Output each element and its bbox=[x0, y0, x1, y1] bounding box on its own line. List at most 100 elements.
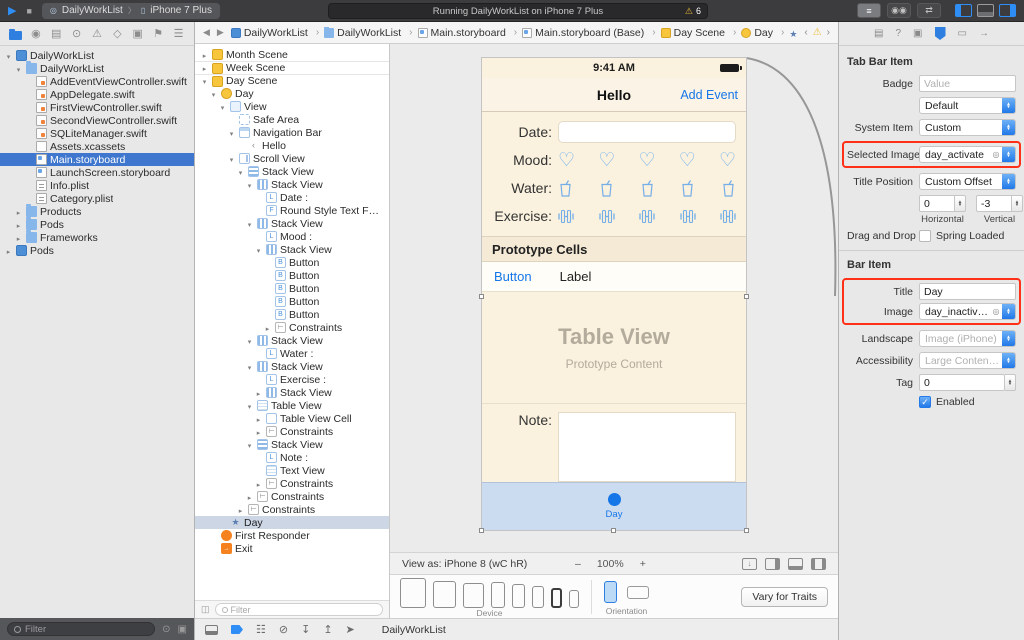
toggle-navigator-icon[interactable] bbox=[955, 4, 972, 17]
outline-row[interactable]: Note : bbox=[195, 451, 389, 464]
disclosure-icon[interactable] bbox=[245, 179, 254, 191]
tab-item-icon[interactable] bbox=[607, 493, 621, 506]
scheme-selector[interactable]: ◎ DailyWorkList 〉 ▯ iPhone 7 Plus bbox=[41, 2, 220, 19]
step-in-icon[interactable]: ↧ bbox=[301, 623, 310, 636]
iphone-se-icon[interactable] bbox=[569, 590, 579, 608]
outline-row[interactable]: Button bbox=[195, 256, 389, 269]
breadcrumb-item[interactable]: Day bbox=[789, 27, 797, 39]
file-row[interactable]: SQLiteManager.swift bbox=[0, 127, 194, 140]
heart-icon[interactable] bbox=[598, 151, 615, 170]
disclosure-icon[interactable] bbox=[4, 245, 13, 257]
outline-row[interactable]: Day bbox=[195, 87, 389, 100]
disclosure-icon[interactable] bbox=[200, 49, 209, 61]
image-combo[interactable]: day_inactivate ◎ bbox=[919, 303, 1016, 320]
table-view-cell[interactable]: Button Label bbox=[482, 262, 746, 292]
outline-row[interactable]: Round Style Text F… bbox=[195, 204, 389, 217]
heart-icon[interactable] bbox=[558, 151, 575, 170]
connections-inspector-icon[interactable]: → bbox=[979, 28, 989, 39]
iphone-8-plus-icon[interactable] bbox=[532, 586, 544, 608]
cup-icon[interactable] bbox=[721, 179, 736, 198]
toggle-inspector-icon[interactable] bbox=[999, 4, 1016, 17]
outline-row[interactable]: Safe Area bbox=[195, 113, 389, 126]
file-row[interactable]: Info.plist bbox=[0, 179, 194, 192]
debug-navigator-icon[interactable]: ▣ bbox=[131, 27, 144, 40]
resize-handle[interactable] bbox=[611, 528, 616, 533]
disclosure-icon[interactable] bbox=[4, 50, 13, 62]
outline-row[interactable]: Constraints bbox=[195, 503, 389, 516]
report-navigator-icon[interactable]: ☰ bbox=[172, 27, 185, 40]
outline-row[interactable]: View bbox=[195, 100, 389, 113]
landscape-select[interactable]: Image (iPhone) bbox=[919, 330, 1016, 347]
update-frames-icon[interactable]: ↓ bbox=[742, 557, 757, 570]
ipad-icon[interactable] bbox=[433, 581, 456, 608]
landscape-icon[interactable] bbox=[627, 585, 649, 599]
outline-row[interactable]: Stack View bbox=[195, 386, 389, 399]
note-textview[interactable] bbox=[558, 412, 736, 482]
toggle-debug-area-icon[interactable] bbox=[205, 624, 218, 635]
title-input[interactable]: Day bbox=[919, 283, 1016, 300]
version-editor-button[interactable]: ⇄ bbox=[917, 3, 941, 18]
vary-for-traits-button[interactable]: Vary for Traits bbox=[741, 587, 828, 607]
outline-row[interactable]: Constraints bbox=[195, 477, 389, 490]
stop-button[interactable]: ■ bbox=[26, 6, 31, 16]
recents-filter-icon[interactable]: ⊙ bbox=[162, 624, 170, 635]
file-row[interactable]: FirstViewController.swift bbox=[0, 101, 194, 114]
embed-icon[interactable] bbox=[765, 557, 780, 570]
cup-icon[interactable] bbox=[599, 179, 614, 198]
resize-handle[interactable] bbox=[744, 528, 749, 533]
outline-row[interactable]: Water : bbox=[195, 347, 389, 360]
identity-inspector-icon[interactable]: ▣ bbox=[913, 28, 922, 39]
resize-handle[interactable] bbox=[479, 528, 484, 533]
enabled-checkbox[interactable] bbox=[919, 396, 931, 408]
outline-row[interactable]: Stack View bbox=[195, 438, 389, 451]
badge-input[interactable]: Value bbox=[919, 75, 1016, 92]
outline-row[interactable]: Table View Cell bbox=[195, 412, 389, 425]
outline-row[interactable]: Exit bbox=[195, 542, 389, 555]
outline-row[interactable]: Button bbox=[195, 269, 389, 282]
outline-row[interactable]: Day bbox=[195, 516, 389, 529]
stepper-arrows-icon[interactable] bbox=[1005, 374, 1016, 391]
step-out-icon[interactable]: ↥ bbox=[323, 623, 332, 636]
disclosure-icon[interactable] bbox=[263, 322, 272, 334]
outline-row[interactable]: Button bbox=[195, 282, 389, 295]
outline-row[interactable]: Table View bbox=[195, 399, 389, 412]
standard-editor-button[interactable]: ≡ bbox=[857, 3, 881, 18]
outline-filter-input[interactable]: Filter bbox=[214, 603, 383, 616]
dumbbell-icon[interactable] bbox=[558, 208, 574, 225]
ipad-pro-icon[interactable] bbox=[400, 578, 426, 608]
disclosure-icon[interactable] bbox=[245, 335, 254, 347]
tag-input[interactable]: 0 bbox=[919, 374, 1005, 391]
outline-row[interactable]: Stack View bbox=[195, 178, 389, 191]
spring-loaded-checkbox[interactable] bbox=[919, 230, 931, 242]
prev-issue-icon[interactable]: ‹ bbox=[804, 27, 807, 38]
tab-item-label[interactable]: Day bbox=[606, 509, 623, 520]
outline-row[interactable]: Month Scene bbox=[195, 48, 389, 61]
breadcrumb-item[interactable]: Main.storyboard bbox=[417, 27, 523, 39]
outline-row[interactable]: Stack View bbox=[195, 334, 389, 347]
outline-row[interactable]: Scroll View bbox=[195, 152, 389, 165]
file-row[interactable]: Frameworks bbox=[0, 230, 194, 244]
outline-row[interactable]: Exercise : bbox=[195, 373, 389, 386]
stepper-arrows-icon[interactable] bbox=[955, 195, 966, 212]
source-control-navigator-icon[interactable]: ◉ bbox=[29, 27, 42, 40]
location-icon[interactable]: ➤ bbox=[346, 623, 355, 636]
horizontal-value[interactable]: 0 bbox=[919, 195, 955, 212]
resize-handle[interactable] bbox=[479, 294, 484, 299]
outline-row[interactable]: Constraints bbox=[195, 321, 389, 334]
resize-handle[interactable] bbox=[744, 294, 749, 299]
symbol-navigator-icon[interactable]: ▤ bbox=[50, 27, 63, 40]
portrait-icon[interactable] bbox=[604, 581, 617, 603]
back-icon[interactable]: ◀ bbox=[203, 27, 210, 38]
table-view-placeholder[interactable]: Table View Prototype Content bbox=[482, 292, 746, 404]
outline-row[interactable]: Date : bbox=[195, 191, 389, 204]
tab-bar[interactable]: Day bbox=[482, 482, 746, 530]
file-row[interactable]: AddEventViewController.swift bbox=[0, 75, 194, 88]
zoom-out-button[interactable]: – bbox=[575, 558, 581, 570]
selected-image-combo[interactable]: day_activate ◎ bbox=[919, 146, 1016, 163]
view-as-button[interactable]: View as: iPhone 8 (wC hR) bbox=[402, 558, 527, 570]
project-navigator-icon[interactable] bbox=[9, 28, 22, 40]
disclosure-icon[interactable] bbox=[209, 88, 218, 100]
outline-row[interactable]: Text View bbox=[195, 464, 389, 477]
warning-icon[interactable]: ⚠ bbox=[813, 27, 822, 38]
cup-icon[interactable] bbox=[640, 179, 655, 198]
